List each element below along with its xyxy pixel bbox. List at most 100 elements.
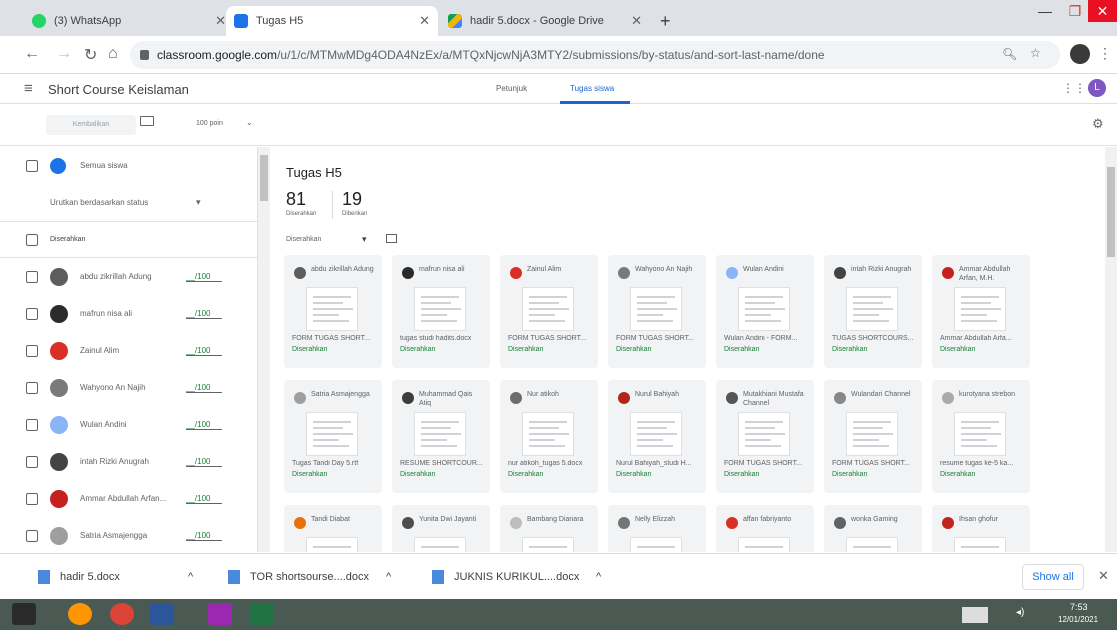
document-thumbnail[interactable] <box>414 537 466 552</box>
grade-input[interactable]: __/100 <box>186 346 222 356</box>
student-row[interactable]: Wulan Andini __/100 <box>0 406 257 443</box>
chevron-up-icon[interactable]: ^ <box>596 571 601 583</box>
document-thumbnail[interactable] <box>630 537 682 552</box>
profile-avatar[interactable] <box>1070 44 1090 64</box>
chrome-icon[interactable] <box>110 603 134 625</box>
tab-instructions[interactable]: Petunjuk <box>496 84 527 93</box>
student-checkbox[interactable] <box>26 529 38 542</box>
section-checkbox[interactable] <box>26 233 38 246</box>
document-thumbnail[interactable] <box>738 537 790 552</box>
document-thumbnail[interactable] <box>954 537 1006 552</box>
submission-card[interactable]: intah Rizki Anugrah TUGAS SHORTCOURS... Di… <box>824 255 922 368</box>
firefox-icon[interactable] <box>68 603 92 625</box>
volume-icon[interactable]: ◂) <box>1016 607 1024 618</box>
document-thumbnail[interactable] <box>738 412 790 456</box>
reload-icon[interactable]: ↻ <box>84 45 97 65</box>
clock-date[interactable]: 12/01/2021 <box>1058 615 1098 624</box>
grade-input[interactable]: __/100 <box>186 457 222 467</box>
submission-card[interactable]: affan fabriyanto <box>716 505 814 552</box>
submission-card[interactable]: Zainul Alim FORM TUGAS SHORT... Diserahkan <box>500 255 598 368</box>
student-row[interactable]: Satria Asmajengga __/100 <box>0 517 257 552</box>
points-select[interactable]: 100 poin <box>196 120 223 127</box>
left-scrollbar[interactable] <box>258 147 270 552</box>
scrollbar-thumb[interactable] <box>260 155 268 201</box>
document-thumbnail[interactable] <box>630 412 682 456</box>
submission-card[interactable]: Satria Asmajengga Tugas Tandi Day 5.rtf Di… <box>284 380 382 493</box>
submission-card[interactable]: Ihsan ghofur <box>932 505 1030 552</box>
student-row[interactable]: intah Rizki Anugrah __/100 <box>0 443 257 480</box>
window-close-icon[interactable]: ✕ <box>1088 0 1117 22</box>
document-thumbnail[interactable] <box>522 412 574 456</box>
grade-input[interactable]: __/100 <box>186 494 222 504</box>
sort-select[interactable]: Urutkan berdasarkan status <box>50 198 148 207</box>
grade-input[interactable]: __/100 <box>186 309 222 319</box>
submission-card[interactable]: Mutakhiani Mustafa Channel FORM TUGAS SHO… <box>716 380 814 493</box>
document-thumbnail[interactable] <box>522 287 574 331</box>
close-icon[interactable]: ✕ <box>215 13 226 29</box>
submission-card[interactable]: Nur atikoh nur atikoh_tugas 5.docx Diserah… <box>500 380 598 493</box>
new-tab-button[interactable]: + <box>652 6 682 36</box>
submission-card[interactable]: Wulan Andini Wulan Andini - FORM... Disera… <box>716 255 814 368</box>
maximize-icon[interactable]: ❐ <box>1060 0 1090 22</box>
clock-time[interactable]: 7:53 <box>1070 602 1088 612</box>
chevron-up-icon[interactable]: ^ <box>188 571 193 583</box>
student-row[interactable]: abdu zikrillah Adung __/100 <box>0 258 257 295</box>
close-icon[interactable]: ✕ <box>419 13 430 29</box>
folder-icon[interactable] <box>386 234 397 243</box>
home-icon[interactable]: ⌂ <box>108 45 118 63</box>
course-title[interactable]: Short Course Keislaman <box>48 82 189 97</box>
student-row[interactable]: Wahyono An Najih __/100 <box>0 369 257 406</box>
tab-student-work[interactable]: Tugas siswa <box>570 84 614 93</box>
submission-card[interactable]: Yunita Dwi Jayanti <box>392 505 490 552</box>
address-bar[interactable]: classroom.google.com/u/1/c/MTMwMDg4ODA4N… <box>130 41 1060 69</box>
student-row[interactable]: mafrun nisa ali __/100 <box>0 295 257 332</box>
close-icon[interactable]: ✕ <box>631 13 642 29</box>
all-students-row[interactable]: Semua siswa <box>0 147 257 184</box>
email-icon[interactable] <box>140 116 154 126</box>
tab-whatsapp[interactable]: (3) WhatsApp ✕ <box>24 6 234 36</box>
document-thumbnail[interactable] <box>738 287 790 331</box>
start-windows-icon[interactable] <box>12 603 36 625</box>
document-thumbnail[interactable] <box>522 537 574 552</box>
hamburger-menu-icon[interactable]: ≡ <box>24 80 33 97</box>
document-thumbnail[interactable] <box>306 412 358 456</box>
document-thumbnail[interactable] <box>414 412 466 456</box>
document-thumbnail[interactable] <box>846 537 898 552</box>
document-thumbnail[interactable] <box>306 287 358 331</box>
document-thumbnail[interactable] <box>954 412 1006 456</box>
submission-card[interactable]: mafrun nisa ali tugas studi hadits.docx Di… <box>392 255 490 368</box>
grade-input[interactable]: __/100 <box>186 531 222 541</box>
forward-icon[interactable]: → <box>56 45 72 63</box>
student-checkbox[interactable] <box>26 455 38 468</box>
keyboard-icon[interactable] <box>962 607 988 623</box>
app-icon[interactable] <box>208 603 232 625</box>
back-icon[interactable]: ← <box>24 45 40 63</box>
submission-card[interactable]: Ammar Abdullah Arfan, M.H. Ammar Abdullah… <box>932 255 1030 368</box>
document-thumbnail[interactable] <box>846 412 898 456</box>
download-item[interactable]: JUKNIS KURIKUL....docx ^ <box>432 564 618 590</box>
chevron-up-icon[interactable]: ^ <box>386 571 391 583</box>
bookmark-star-icon[interactable]: ☆ <box>1030 46 1041 60</box>
grade-input[interactable]: __/100 <box>186 420 222 430</box>
submission-card[interactable]: wonka Gaming <box>824 505 922 552</box>
submission-card[interactable]: Nelly Elizzah <box>608 505 706 552</box>
main-scrollbar[interactable] <box>1105 147 1117 552</box>
submission-card[interactable]: Bambang Dianara <box>500 505 598 552</box>
student-checkbox[interactable] <box>26 381 38 394</box>
student-checkbox[interactable] <box>26 270 38 283</box>
sort-row[interactable]: Urutkan berdasarkan status ▾ <box>0 184 257 221</box>
document-thumbnail[interactable] <box>414 287 466 331</box>
show-all-button[interactable]: Show all <box>1022 564 1084 590</box>
student-row[interactable]: Zainul Alim __/100 <box>0 332 257 369</box>
grade-input[interactable]: __/100 <box>186 272 222 282</box>
document-thumbnail[interactable] <box>954 287 1006 331</box>
tab-google-drive[interactable]: hadir 5.docx - Google Drive ✕ <box>440 6 650 36</box>
student-checkbox[interactable] <box>26 492 38 505</box>
tab-tugas-h5[interactable]: Tugas H5 ✕ <box>226 6 438 36</box>
document-thumbnail[interactable] <box>846 287 898 331</box>
filter-select[interactable]: Diserahkan <box>286 236 321 243</box>
gear-icon[interactable]: ⚙ <box>1092 116 1104 132</box>
document-thumbnail[interactable] <box>306 537 358 552</box>
chevron-down-icon[interactable]: ⌄ <box>246 118 253 127</box>
student-checkbox[interactable] <box>26 418 38 431</box>
